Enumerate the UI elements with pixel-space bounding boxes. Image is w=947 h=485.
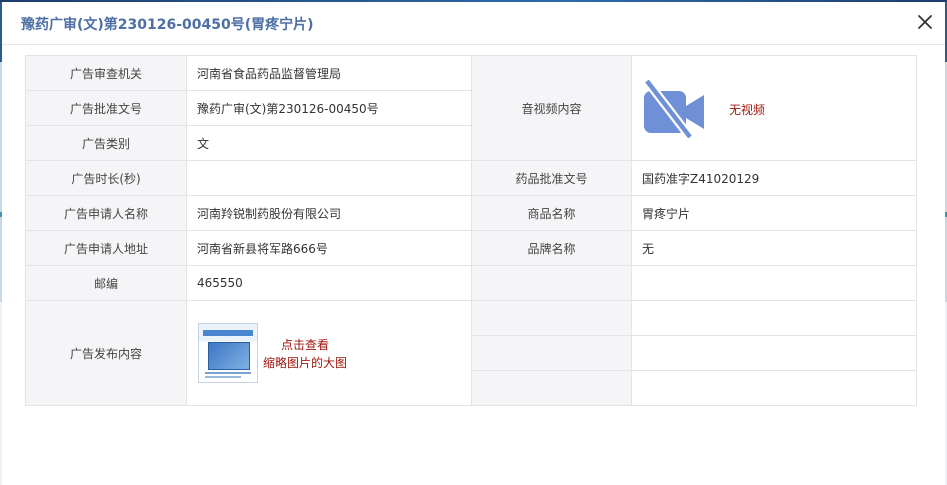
view-link-line-2: 缩略图片的大图	[263, 356, 348, 370]
table-row: 广告申请人地址 河南省新县将军路666号 品牌名称 无	[25, 230, 917, 266]
empty-label-cell	[471, 265, 632, 301]
brand-name-value: 无	[631, 230, 917, 266]
empty-label-cell	[471, 300, 632, 336]
table-row: 邮编 465550	[25, 265, 917, 301]
thumbnail-text-line	[205, 376, 241, 378]
brand-name-label: 品牌名称	[471, 230, 632, 266]
close-button[interactable]	[917, 14, 933, 30]
empty-value-cell	[631, 335, 917, 371]
product-name-value: 胃疼宁片	[631, 195, 917, 231]
publish-content-label: 广告发布内容	[25, 300, 187, 406]
dialog-title: 豫药广审(文)第230126-00450号(胃疼宁片)	[21, 17, 314, 33]
approval-no-label: 广告批准文号	[25, 90, 187, 126]
dialog-header: 豫药广审(文)第230126-00450号(胃疼宁片)	[2, 2, 945, 45]
thumbnail-band	[203, 330, 253, 336]
view-full-image-link[interactable]: 点击查看 缩略图片的大图	[263, 336, 347, 372]
applicant-address-label: 广告申请人地址	[25, 230, 187, 266]
applicant-name-label: 广告申请人名称	[25, 195, 187, 231]
review-agency-label: 广告审查机关	[25, 55, 187, 91]
applicant-name-value: 河南羚锐制药股份有限公司	[186, 195, 472, 231]
empty-label-cell	[471, 335, 632, 371]
ad-category-label: 广告类别	[25, 125, 187, 161]
table-row: 广告发布内容 点击查看 缩略图片的大图	[25, 300, 917, 406]
ad-category-value: 文	[186, 125, 472, 161]
table-row: 广告申请人名称 河南羚锐制药股份有限公司 商品名称 胃疼宁片	[25, 195, 917, 231]
av-content-label: 音视频内容	[471, 55, 632, 161]
publish-content-cell: 点击查看 缩略图片的大图	[186, 300, 472, 406]
applicant-address-value: 河南省新县将军路666号	[186, 230, 472, 266]
ad-detail-dialog: 豫药广审(文)第230126-00450号(胃疼宁片) 广告审查机关 河南省食品…	[2, 2, 945, 485]
drug-approval-no-value: 国药准字Z41020129	[631, 160, 917, 196]
drug-approval-no-label: 药品批准文号	[471, 160, 632, 196]
empty-value-cell	[631, 265, 917, 301]
thumbnail-text-line	[205, 372, 251, 374]
table-row: 广告时长(秒) 药品批准文号 国药准字Z41020129	[25, 160, 917, 196]
ad-info-table: 广告审查机关 河南省食品药品监督管理局 音视频内容 无视频 广告批准文号 豫药广…	[25, 55, 917, 406]
review-agency-value: 河南省食品药品监督管理局	[186, 55, 472, 91]
approval-no-value: 豫药广审(文)第230126-00450号	[186, 90, 472, 126]
av-content-cell: 无视频	[631, 55, 917, 161]
view-link-line-1: 点击查看	[281, 338, 330, 352]
video-off-icon	[643, 79, 704, 139]
close-icon	[918, 15, 932, 29]
no-video-text: 无视频	[729, 103, 766, 117]
ad-thumbnail-image[interactable]	[198, 323, 258, 383]
thumbnail-product-box	[208, 342, 250, 370]
ad-duration-value	[186, 160, 472, 196]
postcode-value: 465550	[186, 265, 472, 301]
empty-value-cell	[631, 300, 917, 336]
dialog-body: 广告审查机关 河南省食品药品监督管理局 音视频内容 无视频 广告批准文号 豫药广…	[25, 55, 917, 406]
table-row: 广告审查机关 河南省食品药品监督管理局 音视频内容 无视频	[25, 55, 917, 161]
postcode-label: 邮编	[25, 265, 187, 301]
empty-label-cell	[471, 370, 632, 406]
product-name-label: 商品名称	[471, 195, 632, 231]
ad-duration-label: 广告时长(秒)	[25, 160, 187, 196]
empty-value-cell	[631, 370, 917, 406]
